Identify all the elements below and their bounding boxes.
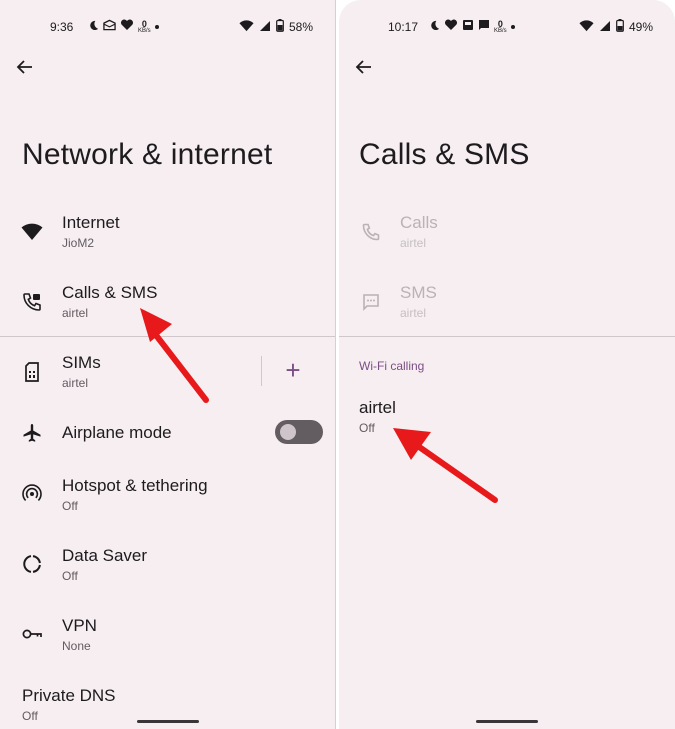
- gesture-nav-bar[interactable]: [476, 720, 538, 723]
- airplane-icon: [20, 421, 44, 445]
- setting-label: VPN: [62, 616, 97, 635]
- setting-summary: Off: [22, 709, 38, 723]
- calls-sms-icon: [20, 290, 44, 314]
- setting-label: SMS: [400, 283, 437, 302]
- setting-label: Internet: [62, 213, 120, 232]
- setting-summary: airtel: [400, 236, 427, 250]
- back-button[interactable]: [14, 56, 36, 78]
- message-status-icon: [478, 19, 490, 34]
- setting-calls[interactable]: Calls airtel: [339, 197, 675, 267]
- add-sim-button[interactable]: +: [280, 357, 306, 383]
- mail-icon: [103, 19, 116, 34]
- wifi-status-icon: [239, 19, 254, 35]
- dnd-moon-icon: [429, 20, 440, 34]
- setting-summary: airtel: [400, 306, 427, 320]
- setting-label: Data Saver: [62, 546, 148, 565]
- divider: [339, 336, 675, 337]
- health-heart-icon: [444, 19, 458, 34]
- setting-sms[interactable]: SMS airtel: [339, 267, 675, 337]
- setting-label: Airplane mode: [62, 423, 172, 442]
- signal-icon: [259, 20, 271, 35]
- setting-data-saver[interactable]: Data Saver Off: [0, 529, 335, 599]
- setting-summary: JioM2: [62, 236, 95, 250]
- wifi-calling-airtel[interactable]: airtel Off: [339, 384, 675, 454]
- cast-icon: [462, 19, 474, 34]
- network-internet-screen: 9:36 0 KB/s 58% Network & internet Inter…: [0, 0, 336, 729]
- status-bar: 10:17 0 KB/s 49%: [339, 18, 675, 36]
- setting-hotspot-tethering[interactable]: Hotspot & tethering Off: [0, 459, 335, 529]
- setting-calls-sms[interactable]: Calls & SMS airtel: [0, 267, 335, 337]
- setting-summary: Off: [359, 421, 375, 435]
- battery-icon: [616, 19, 624, 35]
- gesture-nav-bar[interactable]: [136, 720, 199, 723]
- calls-sms-screen: 10:17 0 KB/s 49% Calls & SMS Calls airte…: [339, 0, 675, 729]
- setting-summary: airtel: [62, 376, 89, 390]
- status-bar: 9:36 0 KB/s 58%: [0, 18, 335, 36]
- page-title: Network & internet: [22, 138, 273, 171]
- setting-vpn[interactable]: VPN None: [0, 599, 335, 669]
- battery-percent: 58%: [288, 20, 313, 34]
- signal-icon: [599, 20, 611, 35]
- setting-summary: airtel: [62, 306, 89, 320]
- hotspot-icon: [20, 482, 44, 506]
- setting-label: SIMs: [62, 353, 101, 372]
- network-speed: 0 KB/s: [138, 18, 151, 34]
- wifi-icon: [20, 220, 44, 244]
- network-speed: 0 KB/s: [494, 18, 507, 34]
- setting-summary: None: [62, 639, 91, 653]
- setting-label: airtel: [359, 398, 396, 417]
- notification-dot: [510, 24, 515, 29]
- section-header-wifi-calling: Wi-Fi calling: [359, 359, 425, 373]
- battery-icon: [276, 19, 284, 35]
- dnd-moon-icon: [88, 20, 99, 34]
- page-title: Calls & SMS: [359, 138, 530, 171]
- data-saver-icon: [20, 552, 44, 576]
- toggle-knob: [280, 424, 296, 440]
- back-button[interactable]: [353, 56, 375, 78]
- setting-internet[interactable]: Internet JioM2: [0, 197, 335, 267]
- setting-label: Hotspot & tethering: [62, 476, 208, 495]
- setting-summary: Off: [62, 569, 78, 583]
- health-heart-icon: [120, 19, 134, 34]
- vpn-key-icon: [20, 622, 44, 646]
- wifi-status-icon: [579, 19, 594, 35]
- status-time: 9:36: [50, 20, 74, 34]
- vertical-separator: [261, 356, 262, 386]
- setting-summary: Off: [62, 499, 78, 513]
- airplane-mode-toggle[interactable]: [275, 420, 323, 444]
- phone-icon: [359, 220, 383, 244]
- setting-label: Calls & SMS: [62, 283, 158, 302]
- battery-percent: 49%: [628, 20, 653, 34]
- sim-card-icon: [20, 360, 44, 384]
- notification-dot: [154, 24, 159, 29]
- message-icon: [359, 290, 383, 314]
- setting-label: Private DNS: [22, 686, 116, 705]
- setting-label: Calls: [400, 213, 438, 232]
- status-time: 10:17: [388, 20, 419, 34]
